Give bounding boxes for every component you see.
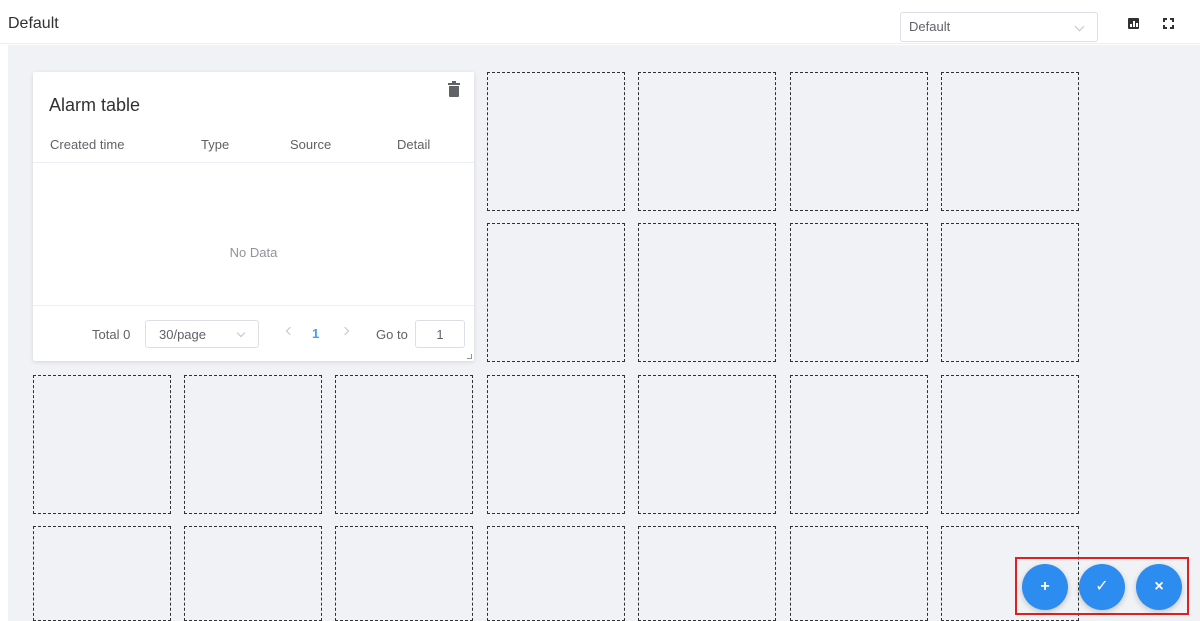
empty-grid-slot[interactable] <box>638 72 776 211</box>
goto-label: Go to <box>376 327 408 342</box>
page-number-current[interactable]: 1 <box>312 326 319 341</box>
empty-grid-slot[interactable] <box>487 526 625 621</box>
page-size-value: 30/page <box>159 327 206 342</box>
fullscreen-icon[interactable] <box>1163 18 1174 29</box>
pagination: Total 0 30/page 1 Go to <box>33 305 474 361</box>
dashboard-select[interactable]: Default <box>900 12 1098 42</box>
empty-grid-slot[interactable] <box>335 526 473 621</box>
chevron-down-icon <box>1074 21 1085 32</box>
add-widget-button[interactable]: + <box>1022 564 1068 610</box>
column-header-detail[interactable]: Detail <box>397 137 430 152</box>
confirm-button[interactable]: ✓ <box>1079 564 1125 610</box>
column-header-created-time[interactable]: Created time <box>50 137 124 152</box>
cancel-button[interactable]: × <box>1136 564 1182 610</box>
empty-grid-slot[interactable] <box>184 375 322 514</box>
empty-grid-slot[interactable] <box>638 526 776 621</box>
empty-grid-slot[interactable] <box>487 223 625 362</box>
prev-page-icon[interactable] <box>285 326 295 336</box>
empty-grid-slot[interactable] <box>33 375 171 514</box>
empty-state-text: No Data <box>229 245 278 260</box>
column-header-type[interactable]: Type <box>201 137 229 152</box>
empty-grid-slot[interactable] <box>790 72 928 211</box>
empty-grid-slot[interactable] <box>33 526 171 621</box>
empty-grid-slot[interactable] <box>335 375 473 514</box>
chevron-down-icon <box>236 328 246 338</box>
empty-grid-slot[interactable] <box>941 72 1079 211</box>
resize-handle-icon[interactable] <box>467 354 472 359</box>
empty-grid-slot[interactable] <box>638 223 776 362</box>
empty-grid-slot[interactable] <box>638 375 776 514</box>
column-header-source[interactable]: Source <box>290 137 331 152</box>
empty-grid-slot[interactable] <box>487 72 625 211</box>
empty-grid-slot[interactable] <box>941 375 1079 514</box>
total-count: Total 0 <box>92 327 131 342</box>
next-page-icon[interactable] <box>340 326 350 336</box>
page-size-select[interactable]: 30/page <box>145 320 259 348</box>
table-header: Created time Type Source Detail <box>33 132 474 163</box>
empty-grid-slot[interactable] <box>184 526 322 621</box>
alarm-table-widget[interactable]: Alarm table Created time Type Source Det… <box>33 72 474 361</box>
dashboard-select-value: Default <box>909 19 951 34</box>
empty-grid-slot[interactable] <box>941 223 1079 362</box>
page-title: Default <box>8 15 59 32</box>
goto-page-input[interactable] <box>415 320 465 348</box>
header-bar: Default Default <box>0 0 1200 44</box>
empty-grid-slot[interactable] <box>790 526 928 621</box>
widget-title: Alarm table <box>49 95 141 115</box>
trash-icon[interactable] <box>448 81 460 97</box>
empty-grid-slot[interactable] <box>790 223 928 362</box>
empty-grid-slot[interactable] <box>790 375 928 514</box>
empty-grid-slot[interactable] <box>487 375 625 514</box>
chart-icon[interactable] <box>1128 18 1139 29</box>
